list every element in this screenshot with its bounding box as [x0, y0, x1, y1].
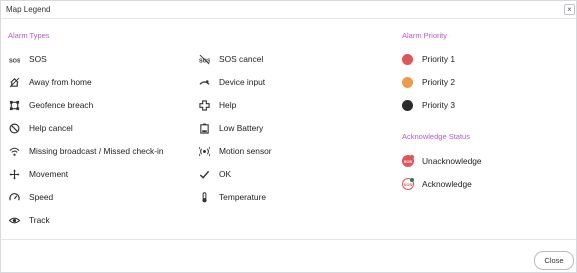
legend-item-missing-broadcast: Missing broadcast / Missed check-in	[8, 144, 164, 158]
dialog-title-bar: Map Legend ×	[1, 1, 576, 19]
close-icon[interactable]: ×	[564, 4, 575, 15]
motion-sensor-icon	[198, 145, 210, 157]
sos-icon: SOS	[8, 53, 20, 65]
help-icon	[198, 99, 210, 111]
legend-item-device-input: Device input	[198, 75, 265, 89]
help-cancel-icon	[8, 122, 20, 134]
badge-pip	[410, 155, 414, 159]
legend-item-track: Track	[8, 213, 50, 227]
legend-item-low-battery: Low Battery	[198, 121, 263, 135]
legend-item-motion-sensor: Motion sensor	[198, 144, 272, 158]
legend-label: Unacknowledge	[422, 156, 482, 166]
check-icon	[198, 168, 210, 180]
legend-label: Geofence breach	[29, 100, 94, 110]
legend-item-ok: OK	[198, 167, 231, 181]
priority-item-2: Priority 2	[402, 75, 455, 89]
track-icon	[8, 214, 20, 226]
sos-cancel-icon: SOS	[198, 53, 210, 65]
thermometer-icon	[198, 191, 210, 203]
legend-item-help: Help	[198, 98, 236, 112]
away-from-home-icon	[8, 76, 20, 88]
dialog-title: Map Legend	[6, 5, 51, 14]
legend-item-sos-cancel: SOS SOS cancel	[198, 52, 264, 66]
footer-divider	[1, 239, 576, 240]
legend-item-away-from-home: Away from home	[8, 75, 92, 89]
close-button[interactable]: Close	[534, 251, 574, 270]
legend-item-help-cancel: Help cancel	[8, 121, 73, 135]
map-legend-dialog: Map Legend × Alarm Types SOS SOS Away fr…	[0, 0, 577, 273]
legend-label: Away from home	[29, 77, 92, 87]
legend-label: Low Battery	[219, 123, 264, 133]
legend-label: Priority 1	[422, 54, 456, 64]
movement-icon	[8, 168, 20, 180]
legend-label: Speed	[29, 192, 54, 202]
legend-item-movement: Movement	[8, 167, 68, 181]
legend-item-sos: SOS SOS	[8, 52, 47, 66]
legend-label: SOS cancel	[219, 54, 264, 64]
badge-text: SOS	[403, 181, 413, 187]
legend-label: Help cancel	[29, 123, 73, 133]
priority-item-3: Priority 3	[402, 98, 455, 112]
legend-label: Missing broadcast / Missed check-in	[29, 146, 164, 156]
speed-icon	[8, 191, 20, 203]
acknowledge-status-title: Acknowledge Status	[402, 132, 470, 141]
device-input-icon	[198, 76, 210, 88]
legend-label: Device input	[219, 77, 266, 87]
legend-item-temperature: Temperature	[198, 190, 266, 204]
acknowledge-item-unacknowledge: SOS Unacknowledge	[402, 154, 482, 168]
acknowledge-item-acknowledge: SOS Acknowledge	[402, 177, 472, 191]
unacknowledge-badge-icon: SOS	[402, 155, 414, 167]
legend-label: Movement	[29, 169, 69, 179]
legend-label: Motion sensor	[219, 146, 272, 156]
priority-1-dot	[402, 53, 413, 65]
alarm-priority-title: Alarm Priority	[402, 31, 448, 40]
badge-text: SOS	[403, 158, 413, 164]
priority-3-dot	[402, 99, 413, 111]
legend-label: Priority 2	[422, 77, 456, 87]
legend-label: Track	[29, 215, 50, 225]
priority-2-dot	[402, 76, 413, 88]
alarm-types-title: Alarm Types	[8, 31, 50, 40]
acknowledge-badge-icon: SOS	[402, 178, 414, 190]
geofence-icon	[8, 99, 20, 111]
legend-label: Priority 3	[422, 100, 456, 110]
legend-label: Help	[219, 100, 237, 110]
legend-item-speed: Speed	[8, 190, 53, 204]
legend-label: Temperature	[219, 192, 267, 202]
battery-icon	[198, 122, 210, 134]
legend-label: OK	[219, 169, 232, 179]
svg-text:SOS: SOS	[9, 58, 20, 64]
legend-item-geofence-breach: Geofence breach	[8, 98, 93, 112]
badge-pip	[410, 178, 414, 182]
legend-label: SOS	[29, 54, 47, 64]
legend-label: Acknowledge	[422, 179, 472, 189]
missing-broadcast-icon	[8, 145, 20, 157]
priority-item-1: Priority 1	[402, 52, 455, 66]
